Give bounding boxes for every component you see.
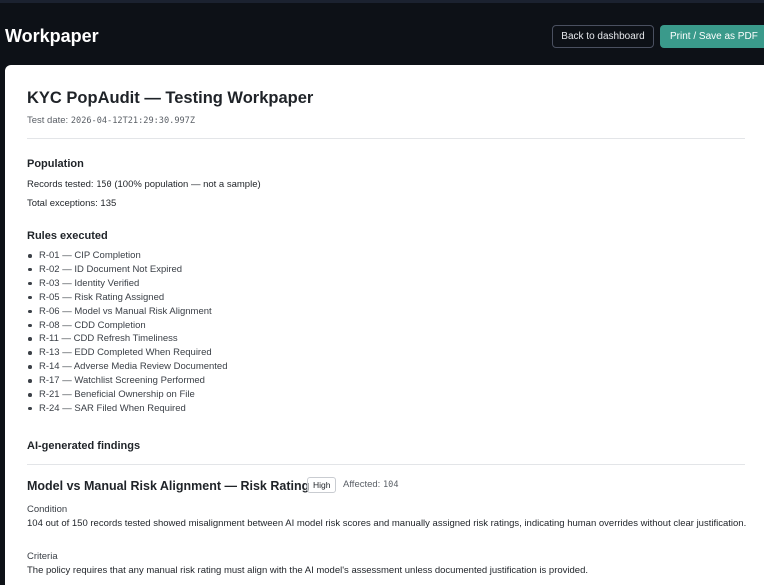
total-exceptions-label: Total exceptions: [27, 198, 98, 209]
test-date-label: Test date: [27, 115, 69, 126]
list-item: R-11 — CDD Refresh Timeliness [27, 332, 228, 346]
criteria-label: Criteria [27, 551, 58, 562]
severity-badge: High [307, 477, 337, 493]
list-item: R-17 — Watchlist Screening Performed [27, 374, 228, 388]
records-tested-label: Records tested: [27, 179, 94, 190]
rules-list: R-01 — CIP Completion R-02 — ID Document… [27, 249, 228, 416]
records-tested-count: 150 [96, 180, 112, 190]
list-item: R-06 — Model vs Manual Risk Alignment [27, 305, 228, 319]
criteria-text: The policy requires that any manual risk… [27, 565, 589, 576]
total-exceptions: Total exceptions: 135 [27, 198, 116, 210]
condition-label: Condition [27, 504, 68, 515]
page-title: Workpaper [5, 26, 99, 46]
rules-heading: Rules executed [27, 230, 108, 242]
divider [27, 138, 745, 139]
workpaper-document: KYC PopAudit — Testing Workpaper Test da… [5, 65, 764, 585]
list-item: R-13 — EDD Completed When Required [27, 346, 228, 360]
back-to-dashboard-button[interactable]: Back to dashboard [552, 25, 654, 48]
list-item: R-01 — CIP Completion [27, 249, 228, 263]
app-header: Workpaper Back to dashboard Print / Save… [0, 0, 764, 64]
document-title: KYC PopAudit — Testing Workpaper [27, 89, 314, 107]
affected-label: Affected: [343, 479, 381, 490]
test-date-value: 2026-04-12T21:29:30.997Z [70, 116, 196, 126]
divider [27, 464, 745, 465]
test-date: Test date: 2026-04-12T21:29:30.997Z [27, 115, 195, 127]
findings-heading: AI-generated findings [27, 440, 141, 452]
list-item: R-02 — ID Document Not Expired [27, 263, 228, 277]
records-tested-note: (100% population — not a sample) [114, 179, 261, 190]
records-tested: Records tested: 150 (100% population — n… [27, 179, 261, 191]
total-exceptions-count: 135 [100, 198, 117, 209]
print-save-pdf-button[interactable]: Print / Save as PDF [660, 25, 764, 48]
condition-text: 104 out of 150 records tested showed mis… [27, 518, 747, 529]
list-item: R-03 — Identity Verified [27, 277, 228, 291]
list-item: R-05 — Risk Rating Assigned [27, 291, 228, 305]
population-heading: Population [27, 158, 84, 170]
list-item: R-14 — Adverse Media Review Documented [27, 360, 228, 374]
finding-title: Model vs Manual Risk Alignment — Risk Ra… [27, 479, 310, 493]
list-item: R-24 — SAR Filed When Required [27, 402, 228, 416]
list-item: R-21 — Beneficial Ownership on File [27, 388, 228, 402]
affected-value: 104 [382, 480, 399, 490]
list-item: R-08 — CDD Completion [27, 319, 228, 333]
affected-count: Affected: 104 [343, 479, 399, 491]
